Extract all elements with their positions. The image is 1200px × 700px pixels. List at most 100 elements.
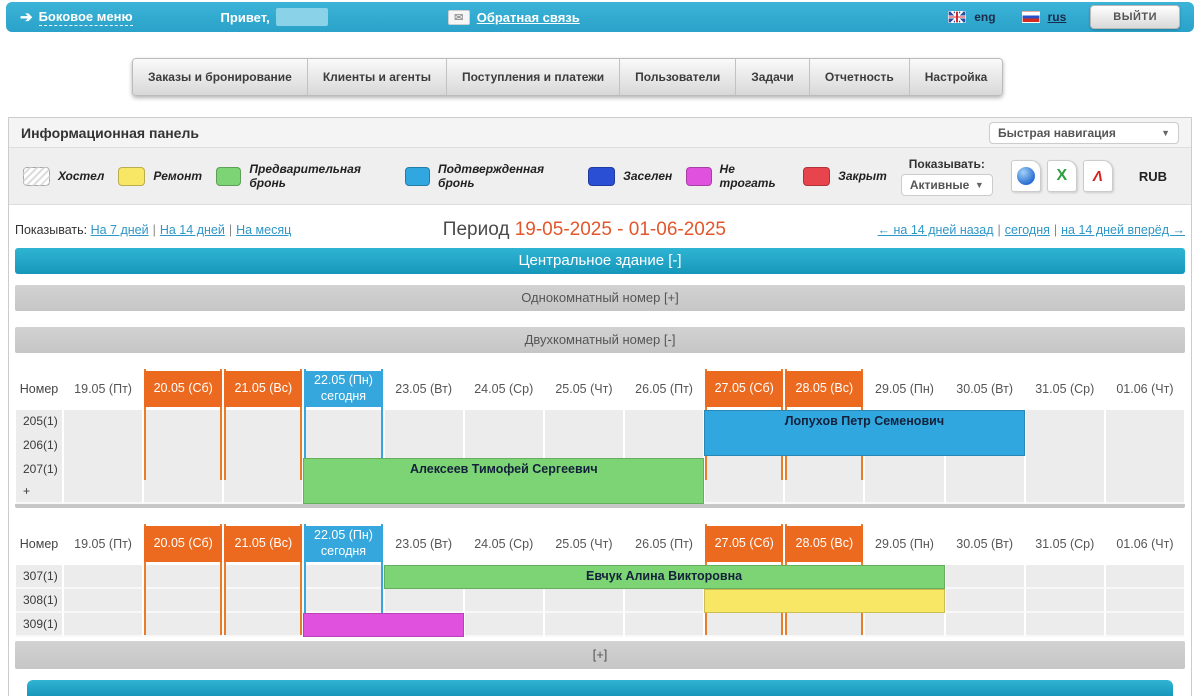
- roomtype-two-room-header[interactable]: Двухкомнатный номер [-]: [15, 327, 1185, 353]
- day-cell[interactable]: [143, 589, 223, 613]
- day-cell[interactable]: [464, 589, 544, 613]
- day-cell[interactable]: [864, 458, 944, 504]
- booking-bar[interactable]: Алексеев Тимофей Сергеевич: [303, 458, 704, 504]
- booking-bar[interactable]: [704, 589, 944, 613]
- day-cell[interactable]: [1105, 613, 1185, 637]
- day-cell[interactable]: [544, 589, 624, 613]
- day-cell[interactable]: [63, 565, 143, 589]
- period-row: Показывать: На 7 дней|На 14 дней|На меся…: [15, 219, 1185, 241]
- day-cell[interactable]: [945, 589, 1025, 613]
- day-cell[interactable]: [1025, 613, 1105, 637]
- chevron-down-icon: ▼: [1161, 128, 1170, 138]
- room-row: 309(1): [15, 613, 1185, 635]
- day-cell[interactable]: [784, 458, 864, 504]
- day-header-weekend: 20.05 (Сб): [144, 526, 222, 562]
- room-label[interactable]: 207(1) +: [15, 458, 63, 504]
- day-cell[interactable]: [143, 565, 223, 589]
- day-cell[interactable]: [63, 458, 143, 504]
- day-cell[interactable]: [384, 589, 464, 613]
- day-header-weekend: 27.05 (Сб): [705, 526, 783, 562]
- legend-occupied: Заселен: [588, 167, 672, 186]
- day-cell[interactable]: [223, 613, 303, 637]
- period-label: Период: [443, 219, 510, 240]
- lang-rus-link[interactable]: rus: [1048, 10, 1067, 24]
- day-cell[interactable]: [624, 589, 704, 613]
- tab-tasks[interactable]: Задачи: [735, 59, 809, 95]
- main-nav: Заказы и бронированиеКлиенты и агентыПос…: [132, 58, 1003, 96]
- excel-export-icon[interactable]: X: [1047, 160, 1077, 192]
- tab-receipts-payments[interactable]: Поступления и платежи: [446, 59, 619, 95]
- room-label[interactable]: 307(1): [15, 565, 63, 589]
- day-cell[interactable]: [1025, 565, 1105, 589]
- active-filter-select[interactable]: Активные ▼: [901, 174, 993, 196]
- day-cell[interactable]: [864, 613, 944, 637]
- tab-clients-agents[interactable]: Клиенты и агенты: [307, 59, 446, 95]
- day-cell[interactable]: [704, 458, 784, 504]
- day-header: 30.05 (Вт): [945, 369, 1025, 409]
- booking-bar[interactable]: [303, 613, 463, 637]
- day-cell[interactable]: [704, 613, 784, 637]
- day-cell[interactable]: [945, 458, 1025, 504]
- day-cell[interactable]: [1105, 565, 1185, 589]
- day-cell[interactable]: [303, 589, 383, 613]
- grid-three-room-grid: Номер19.05 (Пт)20.05 (Сб)21.05 (Вс)22.05…: [15, 524, 1185, 635]
- day-cell[interactable]: [1025, 458, 1105, 504]
- tab-orders-booking[interactable]: Заказы и бронирование: [133, 59, 307, 95]
- booking-bar[interactable]: Лопухов Петр Семенович: [704, 410, 1025, 456]
- day-cell[interactable]: [223, 589, 303, 613]
- day-header: 31.05 (Ср): [1025, 369, 1105, 409]
- building-header-central[interactable]: Центральное здание [-]: [15, 248, 1185, 274]
- legend-label: Предварительная бронь: [249, 162, 390, 190]
- day-cell[interactable]: [1105, 458, 1185, 504]
- legend-repair: Ремонт: [118, 167, 202, 186]
- room-label[interactable]: 308(1): [15, 589, 63, 613]
- day-cell[interactable]: [945, 565, 1025, 589]
- pdf-export-icon[interactable]: Λ: [1083, 160, 1113, 192]
- period-nav-links: ← на 14 дней назад|сегодня|на 14 дней вп…: [878, 223, 1185, 237]
- day-header: 19.05 (Пт): [63, 369, 143, 409]
- tab-reports[interactable]: Отчетность: [809, 59, 909, 95]
- range-14-days-link[interactable]: На 14 дней: [160, 223, 225, 237]
- day-cell[interactable]: [1105, 589, 1185, 613]
- side-menu-link[interactable]: Боковое меню: [39, 9, 133, 26]
- web-export-icon[interactable]: [1011, 160, 1041, 192]
- room-label[interactable]: 309(1): [15, 613, 63, 637]
- day-cell[interactable]: [784, 613, 864, 637]
- range-7-days-link[interactable]: На 7 дней: [91, 223, 149, 237]
- feedback-link[interactable]: Обратная связь: [477, 10, 580, 25]
- room-row: 308(1): [15, 589, 1185, 611]
- uk-flag-icon: [948, 11, 966, 23]
- grid-two-room: Номер19.05 (Пт)20.05 (Сб)21.05 (Вс)22.05…: [15, 369, 1185, 480]
- tab-users[interactable]: Пользователи: [619, 59, 735, 95]
- back-14-days-link[interactable]: ← на 14 дней назад: [878, 223, 994, 237]
- day-cell[interactable]: [63, 613, 143, 637]
- show-filter: Показывать: Активные ▼: [901, 157, 993, 196]
- day-header: 30.05 (Вт): [945, 524, 1025, 564]
- room-row: 205(1) +Лопухов Петр Семенович: [15, 410, 1185, 432]
- tab-settings[interactable]: Настройка: [909, 59, 1003, 95]
- day-cell[interactable]: [303, 565, 383, 589]
- day-cell[interactable]: [143, 613, 223, 637]
- day-header: 29.05 (Пн): [864, 524, 944, 564]
- day-cell[interactable]: [223, 565, 303, 589]
- day-cell[interactable]: [63, 589, 143, 613]
- day-cell[interactable]: [544, 613, 624, 637]
- legend-label: Не трогать: [720, 162, 790, 190]
- booking-bar[interactable]: Евчук Алина Викторовна: [384, 565, 945, 589]
- quick-nav-select[interactable]: Быстрая навигация ▼: [989, 122, 1179, 144]
- day-header-weekend: 20.05 (Сб): [144, 371, 222, 407]
- roomtype-collapsed-plus[interactable]: [+]: [15, 641, 1185, 669]
- range-month-link[interactable]: На месяц: [236, 223, 291, 237]
- logout-button[interactable]: выйти: [1090, 5, 1180, 29]
- day-cell[interactable]: [624, 613, 704, 637]
- day-cell[interactable]: [223, 458, 303, 504]
- day-cell[interactable]: [464, 613, 544, 637]
- day-cell[interactable]: [1025, 589, 1105, 613]
- envelope-icon: ✉: [448, 10, 470, 25]
- day-cell[interactable]: [143, 458, 223, 504]
- forward-14-days-link[interactable]: на 14 дней вперёд →: [1061, 223, 1185, 237]
- next-building-header-strip[interactable]: [27, 680, 1173, 696]
- today-link[interactable]: сегодня: [1005, 223, 1050, 237]
- roomtype-one-room-collapsed[interactable]: Однокомнатный номер [+]: [15, 285, 1185, 311]
- day-cell[interactable]: [945, 613, 1025, 637]
